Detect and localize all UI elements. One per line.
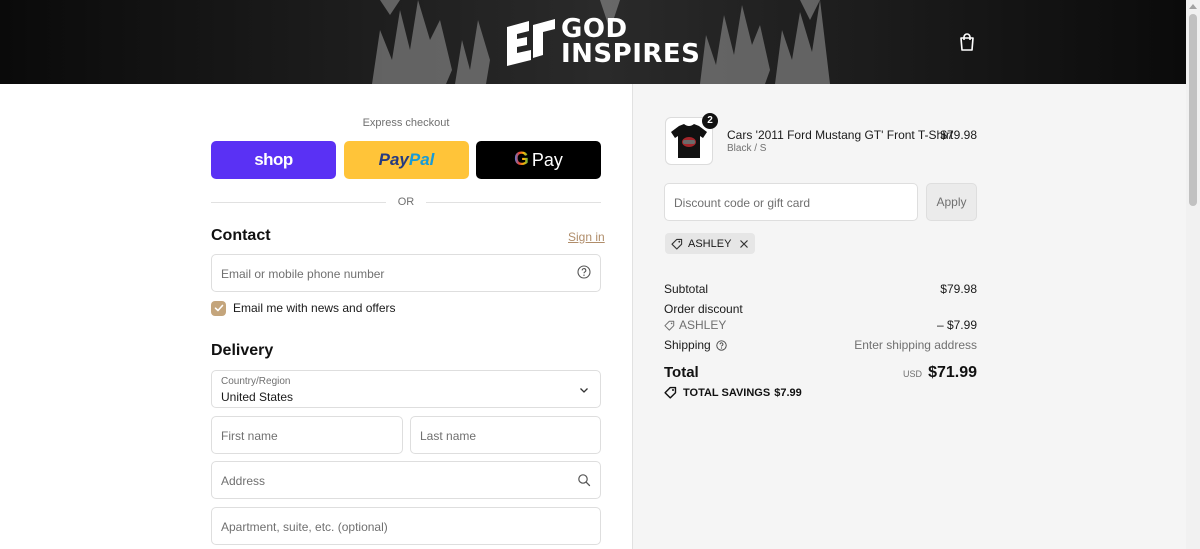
order-discount-label: Order discount: [664, 302, 743, 316]
applied-discount-code: ASHLEY: [688, 237, 732, 250]
newsletter-label: Email me with news and offers: [233, 301, 396, 315]
order-discount-code-row: ASHLEY: [664, 318, 726, 332]
sign-in-link[interactable]: Sign in: [568, 230, 605, 244]
product-title: Cars '2011 Ford Mustang GT' Front T-Shir…: [727, 128, 954, 142]
email-placeholder: Email or mobile phone number: [221, 267, 385, 281]
product-price: $79.98: [940, 128, 977, 142]
total-label: Total: [664, 364, 699, 381]
country-label: Country/Region: [221, 376, 291, 387]
tag-icon: [664, 386, 677, 399]
subtotal-value: $79.98: [940, 282, 977, 296]
scroll-up-arrow-icon[interactable]: [1189, 4, 1197, 9]
subtotal-label: Subtotal: [664, 282, 709, 296]
quantity-badge: 2: [702, 113, 718, 129]
shipping-value: Enter shipping address: [854, 338, 977, 352]
country-select[interactable]: Country/Region United States: [211, 370, 601, 408]
or-divider: OR: [211, 196, 601, 208]
site-header: GOD INSPIRES: [0, 0, 1200, 84]
order-discount-code: ASHLEY: [679, 318, 727, 332]
first-name-placeholder: First name: [221, 429, 278, 443]
help-circle-icon[interactable]: [716, 339, 727, 351]
shop-pay-button[interactable]: shop: [211, 141, 336, 179]
tag-icon: [664, 320, 675, 331]
savings-label: TOTAL SAVINGS: [683, 386, 771, 399]
order-summary-pane: [632, 84, 1200, 549]
page-scrollbar[interactable]: [1186, 0, 1200, 549]
last-name-field[interactable]: Last name: [410, 416, 601, 454]
first-name-field[interactable]: First name: [211, 416, 403, 454]
paypal-label-part2: Pal: [408, 150, 435, 169]
paypal-button[interactable]: Pay Pal: [344, 141, 469, 179]
total-value-group: USD $71.99: [903, 364, 977, 382]
discount-placeholder: Discount code or gift card: [674, 196, 811, 210]
brand-mark-icon: [507, 19, 555, 66]
shop-pay-label: shop: [254, 150, 293, 169]
savings-value: $7.99: [774, 386, 802, 399]
order-discount-value: – $7.99: [936, 318, 977, 332]
last-name-placeholder: Last name: [420, 429, 477, 443]
google-pay-button[interactable]: G Pay: [476, 141, 601, 179]
paypal-label-part1: Pay: [378, 150, 409, 169]
brand-wordmark: GOD INSPIRES: [561, 16, 701, 69]
search-icon: [578, 474, 591, 487]
or-label: OR: [397, 196, 415, 208]
address-field[interactable]: Address: [211, 461, 601, 499]
checkmark-icon: [214, 304, 223, 312]
country-value: United States: [221, 390, 294, 404]
total-amount: $71.99: [928, 364, 977, 381]
contact-heading: Contact: [211, 227, 271, 244]
applied-discount-chip: ASHLEY: [665, 233, 756, 254]
newsletter-checkbox[interactable]: [211, 300, 226, 316]
shipping-row-label: Shipping: [664, 338, 727, 352]
scrollbar-thumb[interactable]: [1189, 14, 1197, 206]
product-variant: Black / S: [727, 143, 767, 154]
chevron-down-icon: [580, 388, 588, 393]
shipping-label: Shipping: [664, 338, 711, 352]
remove-discount-icon[interactable]: [739, 239, 749, 249]
help-circle-icon[interactable]: [577, 265, 591, 279]
shopping-bag-icon[interactable]: [957, 32, 977, 52]
newsletter-option[interactable]: Email me with news and offers: [211, 300, 396, 316]
express-checkout-label: Express checkout: [362, 117, 450, 129]
delivery-heading: Delivery: [211, 342, 274, 359]
email-field[interactable]: Email or mobile phone number: [211, 254, 601, 292]
address-placeholder: Address: [221, 474, 266, 488]
tag-icon: [671, 238, 683, 250]
total-savings: TOTAL SAVINGS $7.99: [664, 386, 802, 399]
google-pay-label: Pay: [531, 149, 563, 170]
google-g-icon: G: [514, 149, 529, 170]
brand-line-2: INSPIRES: [561, 39, 701, 69]
total-currency: USD: [903, 369, 923, 379]
apartment-placeholder: Apartment, suite, etc. (optional): [221, 520, 388, 534]
apply-discount-button[interactable]: Apply: [926, 183, 977, 221]
brand-logo[interactable]: GOD INSPIRES: [503, 14, 700, 70]
discount-code-field[interactable]: Discount code or gift card: [664, 183, 918, 221]
apartment-field[interactable]: Apartment, suite, etc. (optional): [211, 507, 601, 545]
